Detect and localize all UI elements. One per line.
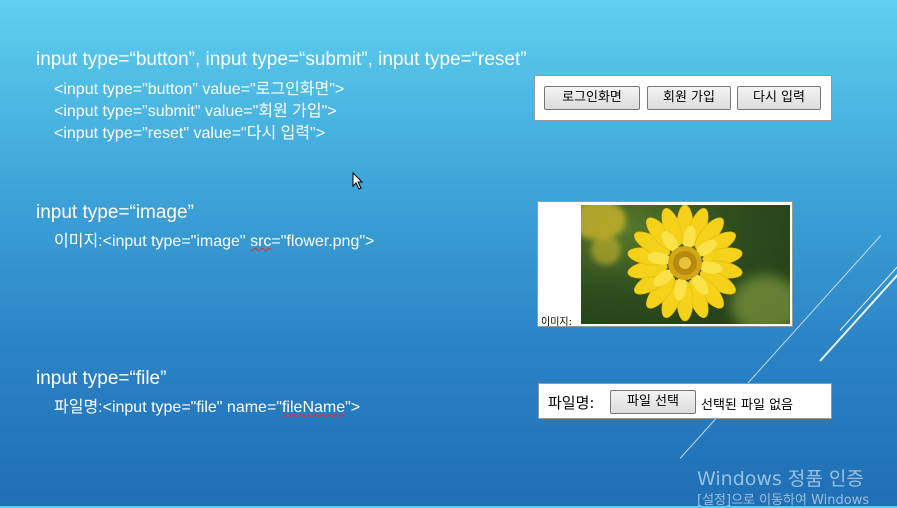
windows-activation-title: Windows 정품 인증 [697, 468, 864, 490]
button-demo-panel: 로그인화면 회원 가입 다시 입력 [534, 75, 832, 121]
code-text: 이미지:<input type="image" [54, 233, 251, 250]
code-line-reset: <input type="reset" value="다시 입력"> [54, 125, 326, 142]
login-screen-button[interactable]: 로그인화면 [544, 86, 640, 110]
code-line-submit: <input type="submit" value="회원 가입"> [54, 103, 337, 120]
mouse-cursor-icon [352, 172, 364, 190]
code-line-button: <input type="button" value="로그인화면"> [54, 81, 345, 98]
section-heading-file: input type=“file” [36, 368, 167, 389]
decorative-line [819, 248, 897, 362]
code-text: ="flower.png"> [271, 233, 375, 250]
reenter-reset-button[interactable]: 다시 입력 [737, 86, 821, 110]
code-text: 파일명:<input type="file" name=" [54, 399, 282, 416]
signup-submit-button[interactable]: 회원 가입 [647, 86, 731, 110]
code-attr-filename: fileName [281, 399, 346, 416]
code-line-image: 이미지:<input type="image" src="flower.png"… [54, 231, 374, 253]
code-attr-src: src [250, 233, 272, 250]
windows-activation-subtitle: [설정]으로 이동하여 Windows [697, 493, 870, 508]
file-select-button[interactable]: 파일 선택 [610, 390, 696, 414]
flower-image-input[interactable] [581, 205, 790, 324]
code-line-file: 파일명:<input type="file" name="fileName"> [54, 397, 360, 419]
file-label: 파일명: [548, 394, 595, 412]
section-heading-image: input type=“image” [36, 202, 194, 223]
code-text: "> [345, 399, 361, 416]
flower-icon [627, 205, 743, 322]
file-status-text: 선택된 파일 없음 [701, 398, 793, 413]
file-demo-panel: 파일명: 파일 선택 선택된 파일 없음 [538, 383, 832, 419]
image-label: 이미지: [541, 317, 572, 328]
image-demo-panel: 이미지: [537, 201, 793, 328]
section-heading-button: input type=“button”, input type=“submit”… [36, 49, 527, 70]
